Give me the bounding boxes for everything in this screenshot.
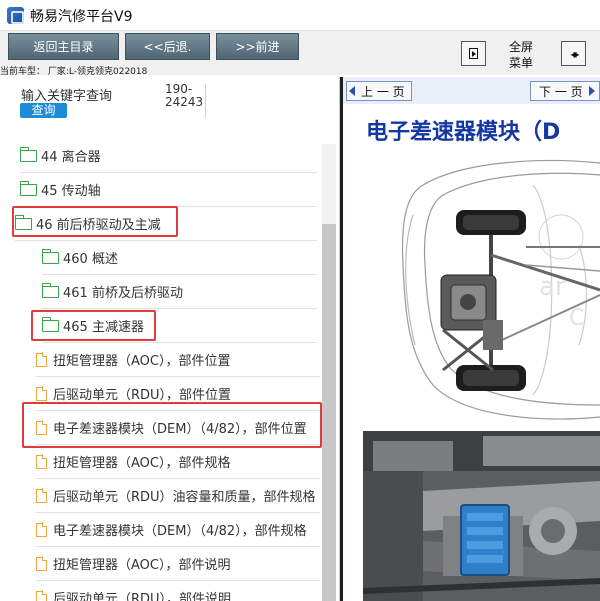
tree-item[interactable]: 扭矩管理器（AOC），部件位置 — [36, 343, 320, 377]
fullscreen-label[interactable]: 全屏 菜单 — [504, 39, 538, 71]
divider — [205, 84, 206, 118]
tree-item-label: 461 前桥及后桥驱动 — [63, 286, 183, 301]
tree-item[interactable]: 后驱动单元（RDU）油容量和质量，部件规格 — [36, 479, 320, 513]
arrow-right-icon — [588, 86, 595, 96]
folder-icon — [19, 180, 37, 196]
play-icon — [469, 48, 478, 59]
tree-item[interactable]: 电子差速器模块（DEM）（4/82），部件规格 — [36, 513, 320, 547]
home-button[interactable]: 返回主目录 — [8, 33, 119, 60]
document-page: 上 一 页 下 一 页 电子差速器模块（D ar C — [343, 77, 600, 601]
prev-page-button[interactable]: 上 一 页 — [346, 81, 412, 101]
tree-item-label: 电子差速器模块（DEM）（4/82），部件规格 — [53, 524, 307, 539]
back-button[interactable]: <<后退. — [125, 33, 210, 60]
document-title: 电子差速器模块（D — [366, 120, 561, 145]
folder-icon — [19, 146, 37, 162]
tree-item[interactable]: 465 主减速器 — [41, 309, 317, 343]
tree-item[interactable]: 后驱动单元（RDU），部件说明 — [36, 581, 320, 601]
search-button[interactable]: 查询 — [20, 103, 67, 118]
tree-item[interactable]: 扭矩管理器（AOC），部件规格 — [36, 445, 320, 479]
tree-item-label: 后驱动单元（RDU），部件位置 — [53, 388, 232, 403]
document-icon — [36, 420, 48, 435]
document-icon — [36, 556, 48, 571]
tree-item-label: 45 传动轴 — [41, 184, 101, 199]
title-bar: 畅易汽修平台V9 — [0, 0, 600, 31]
svg-text:C: C — [569, 306, 584, 331]
prev-page-label: 上 一 页 — [361, 84, 405, 99]
document-icon — [36, 352, 48, 367]
next-page-label: 下 一 页 — [539, 84, 583, 99]
folder-icon — [41, 282, 59, 298]
document-icon — [36, 386, 48, 401]
tree-item-label: 465 主减速器 — [63, 320, 144, 335]
tree-item[interactable]: 45 传动轴 — [19, 173, 317, 207]
fullscreen-label-line2: 菜单 — [508, 56, 533, 70]
document-viewer: 上 一 页 下 一 页 电子差速器模块（D ar C — [340, 77, 600, 601]
catalog-panel: 输入关键字查询 查询 190- 24243 44 离合器 45 传动轴 46 前后桥… — [0, 77, 340, 601]
tree-item[interactable]: 460 概述 — [41, 241, 317, 275]
forward-button[interactable]: >>前进 — [216, 33, 299, 60]
fullscreen-button[interactable]: ◂▸ — [561, 41, 586, 66]
vehicle-drivetrain-diagram: ar C — [401, 159, 600, 420]
dem-module-photo — [363, 431, 600, 601]
tree-item-label: 后驱动单元（RDU）油容量和质量，部件规格 — [53, 490, 316, 505]
document-icon — [36, 454, 48, 469]
current-vehicle: 当前车型： 厂家:L-领克领克022018 — [0, 67, 148, 77]
tree-item-label: 扭矩管理器（AOC），部件规格 — [53, 456, 231, 471]
collapse-panel-button[interactable] — [461, 41, 486, 66]
tree-item-label: 后驱动单元（RDU），部件说明 — [53, 592, 232, 601]
tree-item[interactable]: 后驱动单元（RDU），部件位置 — [36, 377, 320, 411]
next-page-button[interactable]: 下 一 页 — [530, 81, 600, 101]
tree-item[interactable]: 扭矩管理器（AOC），部件说明 — [36, 547, 320, 581]
document-icon — [36, 488, 48, 503]
fullscreen-label-line1: 全屏 — [508, 40, 533, 54]
tree-item[interactable]: 电子差速器模块（DEM）（4/82），部件位置 — [36, 411, 326, 445]
arrow-left-icon — [349, 86, 355, 96]
scrollbar-thumb[interactable] — [322, 224, 336, 601]
document-code-line2: 24243 — [165, 95, 204, 109]
folder-icon — [41, 316, 59, 332]
tree-item-label: 扭矩管理器（AOC），部件位置 — [53, 354, 231, 369]
document-icon — [36, 522, 48, 537]
tree-item[interactable]: 461 前桥及后桥驱动 — [41, 275, 317, 309]
tree-item[interactable]: 44 离合器 — [19, 139, 317, 173]
search-label: 输入关键字查询 — [21, 89, 113, 104]
tree-item-label: 44 离合器 — [41, 150, 101, 165]
app-icon — [7, 7, 24, 24]
tree-item-label: 扭矩管理器（AOC），部件说明 — [53, 558, 231, 573]
document-icon — [36, 590, 48, 601]
tree-item-label: 电子差速器模块（DEM）（4/82），部件位置 — [53, 422, 307, 437]
double-arrow-icon: ◂▸ — [570, 46, 579, 61]
folder-icon — [41, 248, 59, 264]
window-title: 畅易汽修平台V9 — [30, 9, 133, 25]
tree-item-label: 46 前后桥驱动及主减 — [36, 218, 161, 233]
tree-item-label: 460 概述 — [63, 252, 118, 267]
folder-icon — [14, 214, 32, 230]
document-code: 190- 24243 — [165, 83, 205, 109]
pager-bar: 上 一 页 下 一 页 — [343, 77, 600, 104]
tree-item[interactable]: 46 前后桥驱动及主减 — [14, 207, 317, 241]
